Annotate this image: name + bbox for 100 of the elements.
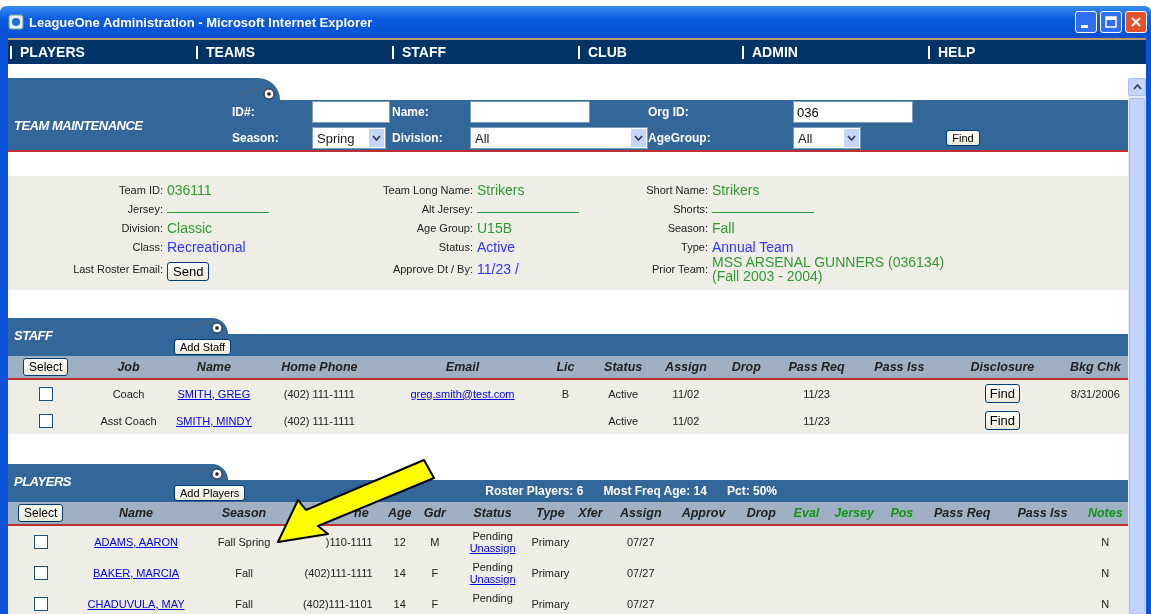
table-cell: M	[430, 535, 440, 548]
column-header: Approv	[681, 506, 726, 520]
info-label: Division:	[120, 221, 163, 234]
table-cell: 11/02	[672, 414, 700, 427]
nav-link[interactable]: HELP	[928, 45, 976, 59]
table-cell: )110-1111	[325, 535, 373, 548]
nav-link[interactable]: TEAMS	[196, 45, 255, 59]
column-header: Pass Req	[788, 360, 845, 374]
table-cell: Fall	[235, 597, 253, 610]
minimize-icon	[1081, 24, 1088, 28]
field-label: AgeGroup:	[648, 131, 712, 145]
info-value: Classic	[167, 219, 214, 236]
nav-link[interactable]: CLUB	[578, 45, 627, 59]
table-cell: 07/27	[626, 597, 655, 610]
column-header: Job	[117, 360, 140, 374]
column-header: Notes	[1087, 506, 1123, 520]
status-text: Pending	[471, 529, 514, 542]
nav-link[interactable]: ADMIN	[742, 45, 798, 59]
text-field[interactable]: 036	[793, 101, 913, 123]
row-checkbox[interactable]	[33, 534, 48, 549]
find-button[interactable]: Find	[946, 130, 980, 146]
info-label: Prior Team:	[650, 262, 708, 275]
summary-text: Roster Players: 6	[485, 484, 584, 498]
field-label: Season:	[232, 131, 280, 145]
column-header: Home Phone	[281, 360, 358, 374]
maximize-button[interactable]	[1100, 11, 1122, 33]
info-label: Short Name:	[645, 183, 708, 196]
table-cell: 12	[393, 535, 406, 548]
field-label: Name:	[392, 105, 430, 119]
nav-link[interactable]: PLAYERS	[10, 45, 85, 59]
column-header: Name	[196, 360, 231, 374]
row-checkbox[interactable]	[38, 413, 53, 428]
caret-icon	[634, 135, 643, 141]
table-cell: F	[431, 597, 439, 610]
table-cell: Fall Spring	[217, 535, 271, 548]
column-header: Season	[221, 506, 267, 520]
info-value: Fall	[712, 219, 736, 236]
summary-text: Most Freq Age: 14	[603, 484, 707, 498]
status-text: Pending	[471, 560, 514, 573]
field-label: ID#:	[232, 105, 256, 119]
table-cell: N	[1101, 566, 1110, 579]
info-value: Strikers	[477, 181, 526, 198]
column-header: Xfer	[578, 506, 603, 520]
table-cell: Fall	[235, 566, 253, 579]
column-header: Drop	[731, 360, 761, 374]
info-label: Class:	[131, 240, 163, 253]
column-header: Email	[445, 360, 480, 374]
send-button[interactable]: Send	[167, 262, 210, 281]
table-cell: Primary	[531, 566, 570, 579]
column-header: Pass Iss	[1017, 506, 1068, 520]
column-header: Name	[119, 506, 154, 520]
select-button[interactable]: Select	[17, 504, 64, 522]
status-text: Pending	[471, 591, 514, 604]
table-cell: 11/23	[803, 414, 830, 427]
info-value: 036111	[167, 181, 213, 198]
summary-text: Pct: 50%	[726, 484, 777, 498]
info-label: Alt Jersey:	[420, 202, 473, 215]
minimize-button[interactable]	[1075, 11, 1097, 33]
add-button[interactable]: Add Players	[174, 485, 246, 501]
table-cell: Coach	[112, 387, 145, 400]
find-button[interactable]: Find	[984, 411, 1020, 430]
section-title: TEAM MAINTENANCE	[13, 117, 145, 133]
row-checkbox[interactable]	[33, 596, 48, 611]
column-header: ne	[354, 506, 369, 520]
scroll-up-button[interactable]	[1128, 78, 1146, 96]
nav-link[interactable]: STAFF	[392, 45, 447, 59]
field-label: Division:	[392, 131, 444, 145]
caret-icon	[372, 135, 381, 141]
table-cell: 14	[393, 597, 406, 610]
table-cell: (402) 111-1111	[283, 387, 355, 400]
select-button[interactable]: Select	[23, 358, 69, 376]
table-cell: 07/27	[626, 535, 655, 548]
select-field[interactable]: All	[470, 127, 648, 149]
column-header: Pass Iss	[874, 360, 925, 374]
unassign-link[interactable]: Unassign	[469, 572, 516, 585]
info-label: Type:	[680, 240, 708, 253]
select-field[interactable]: All	[793, 127, 861, 149]
table-cell: Active	[608, 387, 639, 400]
unassign-link[interactable]: Unassign	[469, 541, 516, 554]
info-label: Status:	[437, 240, 473, 253]
text-field[interactable]	[470, 101, 590, 123]
row-checkbox[interactable]	[38, 386, 53, 401]
info-value: U15B	[477, 219, 514, 236]
column-header: Pass Req	[934, 506, 991, 520]
column-header: Gdr	[423, 506, 446, 520]
close-button[interactable]	[1125, 11, 1147, 33]
row-checkbox[interactable]	[33, 565, 48, 580]
column-header: Pos	[890, 506, 914, 520]
column-header: Type	[536, 506, 565, 520]
section-title: STAFF	[13, 328, 54, 343]
table-cell: Primary	[531, 535, 570, 548]
table-cell: Active	[608, 414, 639, 427]
caret-icon	[847, 135, 856, 141]
section-title: PLAYERS	[13, 474, 72, 489]
add-button[interactable]: Add Staff	[174, 339, 232, 355]
text-field[interactable]	[312, 101, 390, 123]
column-header: Lic	[556, 360, 575, 374]
browser-icon	[8, 14, 24, 30]
find-button[interactable]: Find	[984, 384, 1020, 403]
select-field[interactable]: Spring	[312, 127, 386, 149]
